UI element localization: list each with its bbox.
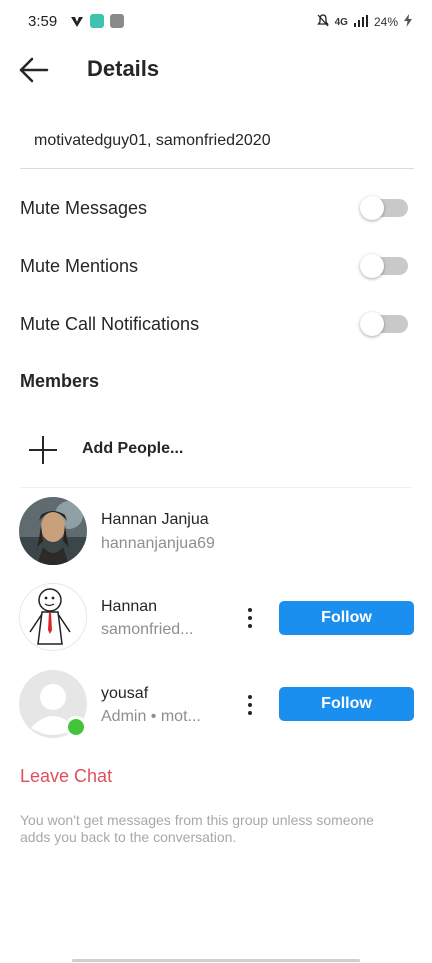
more-options-button[interactable] <box>242 693 258 717</box>
add-people-label[interactable]: Add People... <box>82 440 183 458</box>
toggle-knob <box>360 254 384 278</box>
member-name: yousaf <box>101 685 149 702</box>
status-right: 4G 24% <box>316 14 412 30</box>
dot-icon <box>248 624 252 628</box>
dot-icon <box>248 616 252 620</box>
leave-chat-note: You won't get messages from this group u… <box>20 812 374 845</box>
mute-mentions-label: Mute Mentions <box>20 256 139 276</box>
mute-bell-icon <box>316 14 329 30</box>
app-notification-icon <box>70 14 84 28</box>
dot-icon <box>248 711 252 715</box>
avatar[interactable] <box>19 583 87 651</box>
toggle-knob <box>360 312 384 336</box>
member-name: Hannan Janjua <box>101 511 209 528</box>
member-username: hannanjanjua69 <box>101 535 215 552</box>
profile-photo-icon <box>19 497 87 565</box>
members-heading: Members <box>20 371 100 391</box>
leave-chat-button[interactable]: Leave Chat <box>20 766 112 787</box>
stick-figure-avatar-icon <box>20 584 86 650</box>
group-name-divider <box>20 168 414 169</box>
members-divider <box>20 487 412 488</box>
dot-icon <box>248 703 252 707</box>
chat-app-icon <box>90 14 104 28</box>
back-button[interactable] <box>18 56 50 84</box>
member-name: Hannan <box>101 598 158 615</box>
member-role: Admin • mot... <box>101 708 201 725</box>
battery-label: 24% <box>373 15 398 29</box>
online-status-icon <box>65 716 87 738</box>
mute-messages-toggle[interactable] <box>360 196 408 220</box>
group-name-field[interactable]: motivatedguy01, samonfried2020 <box>34 132 271 150</box>
member-username: samonfried... <box>101 621 194 638</box>
status-bar: 3:59 4G 24% <box>0 0 432 44</box>
dot-icon <box>248 695 252 699</box>
add-people-button[interactable] <box>27 434 59 466</box>
mute-call-notifications-toggle[interactable] <box>360 312 408 336</box>
network-label: 4G <box>334 16 348 28</box>
mute-messages-label: Mute Messages <box>20 198 148 218</box>
back-arrow-icon <box>19 57 49 83</box>
mute-mentions-toggle[interactable] <box>360 254 408 278</box>
home-indicator[interactable] <box>72 959 360 962</box>
mute-call-notifications-label: Mute Call Notifications <box>20 314 200 334</box>
dot-icon <box>248 608 252 612</box>
avatar[interactable] <box>19 497 87 565</box>
toggle-knob <box>360 196 384 220</box>
more-options-button[interactable] <box>242 606 258 630</box>
avatar[interactable] <box>19 670 87 738</box>
charging-icon <box>404 14 412 30</box>
status-time: 3:59 <box>28 13 58 30</box>
page-title: Details <box>87 56 160 81</box>
follow-button[interactable]: Follow <box>279 601 414 635</box>
plus-icon <box>29 436 57 464</box>
follow-button[interactable]: Follow <box>279 687 414 721</box>
gallery-app-icon <box>110 14 124 28</box>
signal-icon <box>353 14 368 30</box>
